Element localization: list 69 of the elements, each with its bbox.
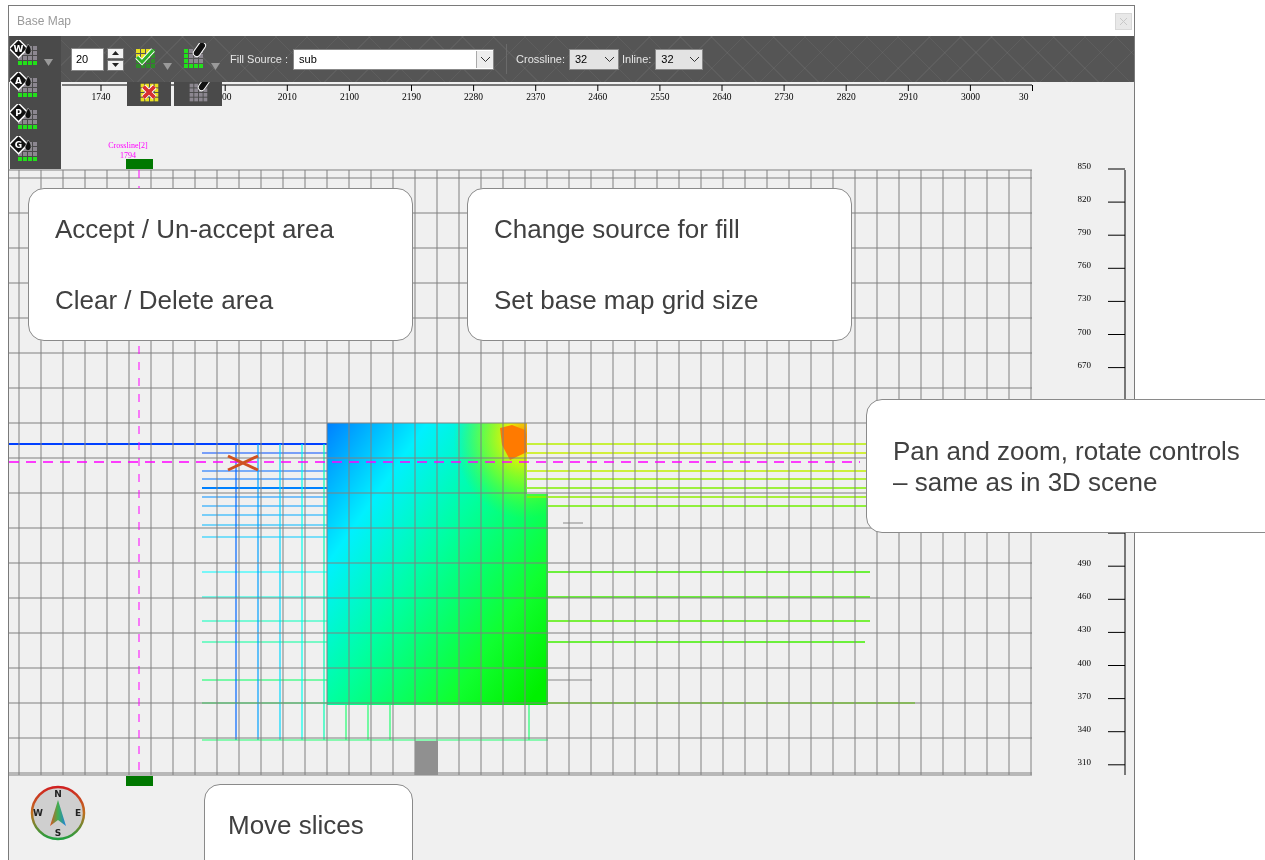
axis-label: 760	[1077, 260, 1091, 271]
axis-label: 820	[1077, 194, 1091, 205]
axis-label: 3000	[960, 92, 980, 102]
callout-text: Clear / Delete area	[55, 285, 275, 316]
crossline-select[interactable]: 32	[569, 48, 619, 70]
axis-label: 490	[1077, 558, 1091, 569]
down-arrow-icon	[112, 63, 119, 67]
caret-icon[interactable]	[44, 59, 53, 66]
axis-label: 2910	[898, 92, 918, 102]
tool-button[interactable]: A	[10, 72, 44, 102]
axis-label: 430	[1077, 624, 1091, 635]
axis-label: 850	[1077, 161, 1091, 171]
callout-text: Move slices	[228, 810, 365, 841]
callout-text: Pan and zoom, rotate controls	[893, 436, 1241, 467]
crossline-label: Crossline:	[516, 53, 565, 65]
axis-label: 670	[1077, 359, 1091, 370]
axis-label: 310	[1077, 756, 1091, 767]
axis-label: 1740	[91, 92, 111, 102]
axis-label: 700	[1077, 326, 1091, 337]
axis-label: 2460	[588, 92, 608, 102]
caret-icon[interactable]	[163, 63, 172, 70]
callout-text: – same as in 3D scene	[893, 467, 1159, 498]
up-arrow-icon	[112, 51, 119, 55]
axis-label: 730	[1077, 293, 1091, 304]
compass-drawing: N E S W	[30, 785, 86, 841]
spin-up-button[interactable]	[107, 47, 124, 59]
axis-label: 30	[1019, 92, 1029, 102]
callout-text: Accept / Un-accept area	[55, 214, 335, 245]
axis-label: 340	[1077, 723, 1091, 734]
delete-fill-button[interactable]	[174, 80, 222, 106]
crossline-label: Crossline[2]	[108, 141, 148, 150]
fill-source-select[interactable]: sub	[293, 48, 495, 70]
callout-text: Set base map grid size	[494, 285, 760, 316]
slider-handle[interactable]	[126, 159, 153, 169]
close-button[interactable]	[1115, 12, 1132, 30]
axis-label: 400	[1077, 657, 1091, 668]
axis-label: 2730	[774, 92, 794, 102]
window-title: Base Map	[17, 14, 72, 28]
close-icon	[1120, 17, 1127, 25]
axis-label: 2100	[339, 92, 359, 102]
cross-mark-icon	[226, 454, 260, 472]
slider-handle[interactable]	[126, 776, 153, 786]
grid-step-field[interactable]: 20	[71, 47, 104, 71]
tool-button[interactable]: W	[10, 40, 44, 70]
axis-label: 370	[1077, 690, 1091, 701]
inline-label: Inline:	[622, 53, 652, 65]
axis-label: 2820	[836, 92, 856, 102]
fill-source-label: Fill Source :	[230, 53, 289, 65]
axis-label: 2640	[712, 92, 732, 102]
inline-select[interactable]: 32	[655, 48, 704, 70]
slider-handle[interactable]	[415, 741, 438, 775]
tool-button[interactable]: G	[10, 136, 44, 166]
axis-label: 790	[1077, 227, 1091, 238]
chevron-down-icon	[480, 56, 490, 62]
crossline-value: 1794	[120, 151, 136, 160]
caret-icon[interactable]	[211, 63, 220, 70]
axis-label: 2550	[650, 92, 670, 102]
axis-label: 2010	[277, 92, 297, 102]
axis-label: 2280	[464, 92, 484, 102]
callout-text: Change source for fill	[494, 214, 741, 245]
spin-down-button[interactable]	[107, 59, 124, 71]
axis-label: 460	[1077, 591, 1091, 602]
chevron-down-icon	[605, 56, 615, 62]
axis-label: 2190	[402, 92, 421, 102]
clear-area-button[interactable]	[127, 80, 171, 106]
tool-button[interactable]: P	[10, 104, 44, 134]
chevron-down-icon	[689, 56, 699, 62]
axis-label: 00	[222, 92, 232, 102]
axis-label: 2370	[526, 92, 546, 102]
